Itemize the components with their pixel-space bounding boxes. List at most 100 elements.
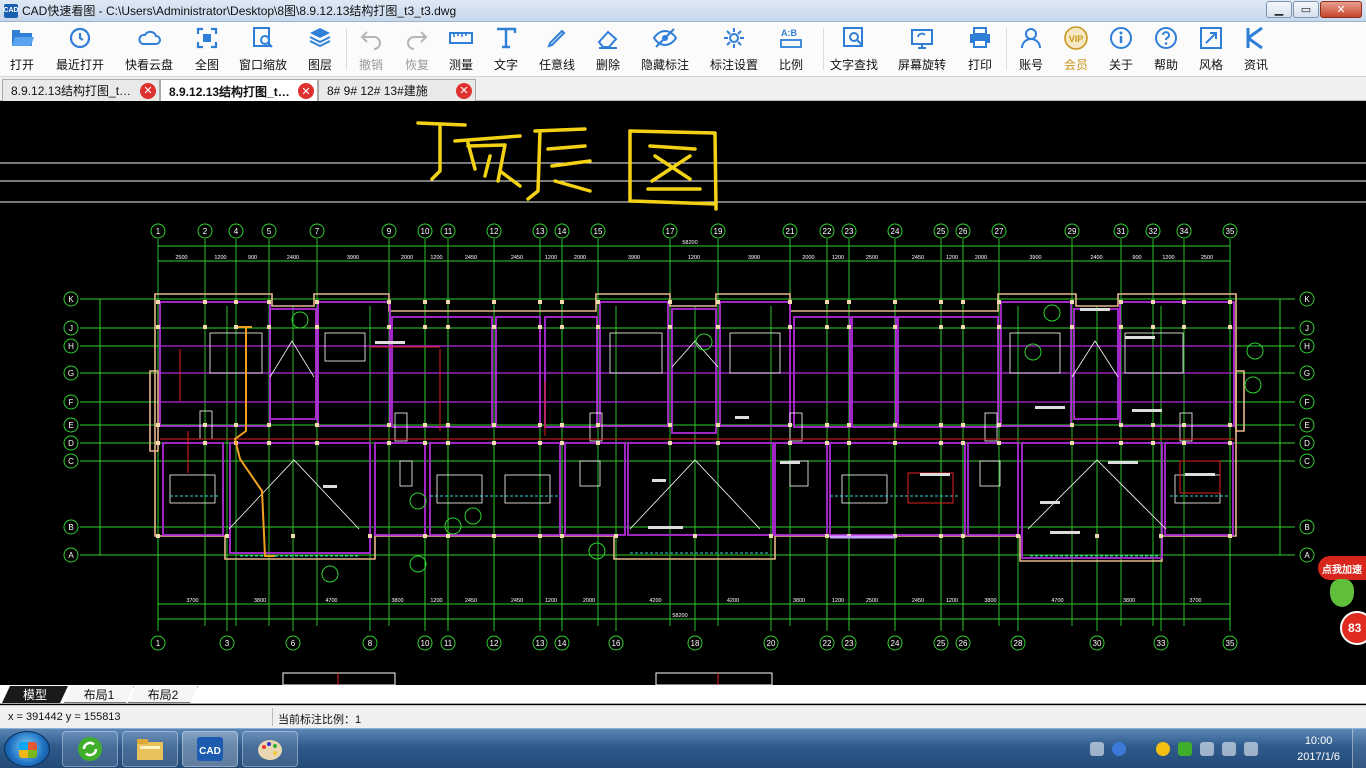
drawing-canvas[interactable]: 顶层图2500120090024003900200012002450245012… (0, 101, 1366, 685)
volume-icon[interactable] (1244, 742, 1258, 756)
eye-hide-icon (652, 25, 678, 51)
add-plus-icon[interactable] (1156, 742, 1170, 756)
toolbar-button-recent-clock[interactable]: 最近打开 (50, 25, 110, 75)
detail-marker-circle (588, 542, 606, 560)
chevron-up-icon[interactable] (1134, 742, 1148, 756)
axis-bubble-right-label: K (1304, 295, 1310, 304)
column (825, 423, 829, 427)
help-tray-icon[interactable] (1112, 742, 1126, 756)
text-search-icon (841, 25, 867, 51)
speed-count-badge[interactable]: 83 (1340, 611, 1366, 645)
column (225, 534, 229, 538)
column (825, 534, 829, 538)
toolbar-button-cloud[interactable]: 快看云盘 (119, 25, 179, 75)
tab-close-icon[interactable]: ✕ (456, 82, 472, 99)
axis-bubble-top-label: 11 (444, 227, 453, 236)
taskbar-app-explorer[interactable] (122, 731, 178, 767)
column (492, 441, 496, 445)
dimension-text: 2400 (1090, 255, 1102, 261)
column (156, 441, 160, 445)
toolbar-button-full-extent[interactable]: 全图 (177, 25, 237, 75)
axis-bubble-top-label: 7 (315, 227, 320, 236)
shield-icon[interactable] (1178, 742, 1192, 756)
toolbar-button-eye-hide[interactable]: 隐藏标注 (635, 25, 695, 75)
dimension-text: 4700 (325, 598, 337, 604)
annotation-text-mark (1185, 473, 1215, 476)
layout-tab-bar: 模型 布局1 布局2 (0, 685, 1366, 704)
network-signal-icon[interactable] (1222, 742, 1236, 756)
axis-bubble-right-label: G (1304, 369, 1310, 378)
toolbar-button-label: 测量 (448, 58, 473, 72)
keyboard-icon[interactable] (1090, 742, 1104, 756)
toolbar-button-eraser[interactable]: 删除 (578, 25, 638, 75)
small-annotations (323, 308, 1215, 534)
window-zoom-icon (250, 25, 276, 51)
title-bar: CAD CAD快速看图 - C:\Users\Administrator\Des… (0, 0, 1366, 22)
axis-bubble-bottom-label: 24 (891, 639, 900, 648)
column (156, 534, 160, 538)
column (538, 423, 542, 427)
scale-icon: A:B (778, 25, 804, 51)
toolbar-button-screen-rotate[interactable]: 屏幕旋转 (892, 25, 952, 75)
column (1151, 325, 1155, 329)
toolbar-button-gear[interactable]: 标注设置 (704, 25, 764, 75)
news-icon (1243, 25, 1269, 51)
handwriting-stroke (648, 144, 697, 151)
maximize-button[interactable]: ▭ (1293, 1, 1319, 18)
toolbar-button-label: 屏幕旋转 (897, 58, 946, 72)
toolbar-button-news[interactable]: 资讯 (1226, 25, 1286, 75)
column (1151, 300, 1155, 304)
device-icon[interactable] (1200, 742, 1214, 756)
show-desktop-button[interactable] (1352, 729, 1366, 768)
toolbar-button-window-zoom[interactable]: 窗口缩放 (233, 25, 293, 75)
column (267, 325, 271, 329)
toolbar-button-text-search[interactable]: 文字查找 (824, 25, 884, 75)
document-tab-3[interactable]: 8# 9# 12# 13#建施 ✕ (318, 79, 476, 101)
axis-bubble-left-label: D (68, 439, 74, 448)
toolbar-button-folder-open[interactable]: 打开 (0, 25, 52, 75)
redo-icon (404, 25, 430, 51)
layout-tab-model[interactable]: 模型 (2, 686, 68, 703)
mascot-icon[interactable] (1330, 579, 1354, 607)
start-button[interactable] (4, 731, 50, 767)
axis-bubble-bottom-label: 28 (1014, 639, 1023, 648)
layout-tab-layout1[interactable]: 布局1 (64, 686, 134, 703)
column (1119, 325, 1123, 329)
close-window-button[interactable]: ✕ (1320, 1, 1362, 18)
column (560, 423, 564, 427)
column (1182, 300, 1186, 304)
column (446, 441, 450, 445)
cad-drawing[interactable]: 顶层图2500120090024003900200012002450245012… (0, 101, 1366, 685)
axis-bubble-bottom-label: 20 (767, 639, 776, 648)
speed-up-badge[interactable]: 点我加速 (1318, 556, 1366, 580)
tab-close-icon[interactable]: ✕ (140, 82, 156, 99)
opening-box (436, 474, 483, 504)
axis-bubble-top-label: 22 (823, 227, 832, 236)
document-tab-1[interactable]: 8.9.12.13结构打图_t… ✕ (2, 79, 160, 101)
column (267, 423, 271, 427)
dimension-text: 3900 (628, 255, 640, 261)
axis-bubble-top-label: 31 (1117, 227, 1126, 236)
taskbar-app-cad[interactable]: CAD (182, 731, 238, 767)
column (668, 423, 672, 427)
taskbar-app-paint[interactable] (242, 731, 298, 767)
opening-box (979, 460, 1001, 487)
taskbar-clock[interactable]: 10:00 2017/1/6 (1297, 733, 1340, 765)
dimension-text: 1200 (214, 255, 226, 261)
axis-grid (80, 239, 1295, 631)
dimension-text: 2450 (912, 255, 924, 261)
axis-bubble-bottom-label: 6 (291, 639, 296, 648)
minimize-button[interactable]: ▁ (1266, 1, 1292, 18)
column (446, 325, 450, 329)
info-icon (1108, 25, 1134, 51)
layout-tab-layout2[interactable]: 布局2 (128, 686, 198, 703)
toolbar-button-scale[interactable]: A:B 比例 (761, 25, 821, 75)
column (825, 300, 829, 304)
taskbar-app-refresh[interactable] (62, 731, 118, 767)
toolbar-button-label: 标注设置 (709, 58, 758, 72)
toolbar-button-label: 打开 (9, 58, 34, 72)
document-tab-2[interactable]: 8.9.12.13结构打图_t… ✕ (160, 79, 318, 102)
tab-close-icon[interactable]: ✕ (298, 83, 314, 99)
axis-bubble-left-label: A (68, 551, 74, 560)
axis-bubble-right-label: H (1304, 342, 1310, 351)
